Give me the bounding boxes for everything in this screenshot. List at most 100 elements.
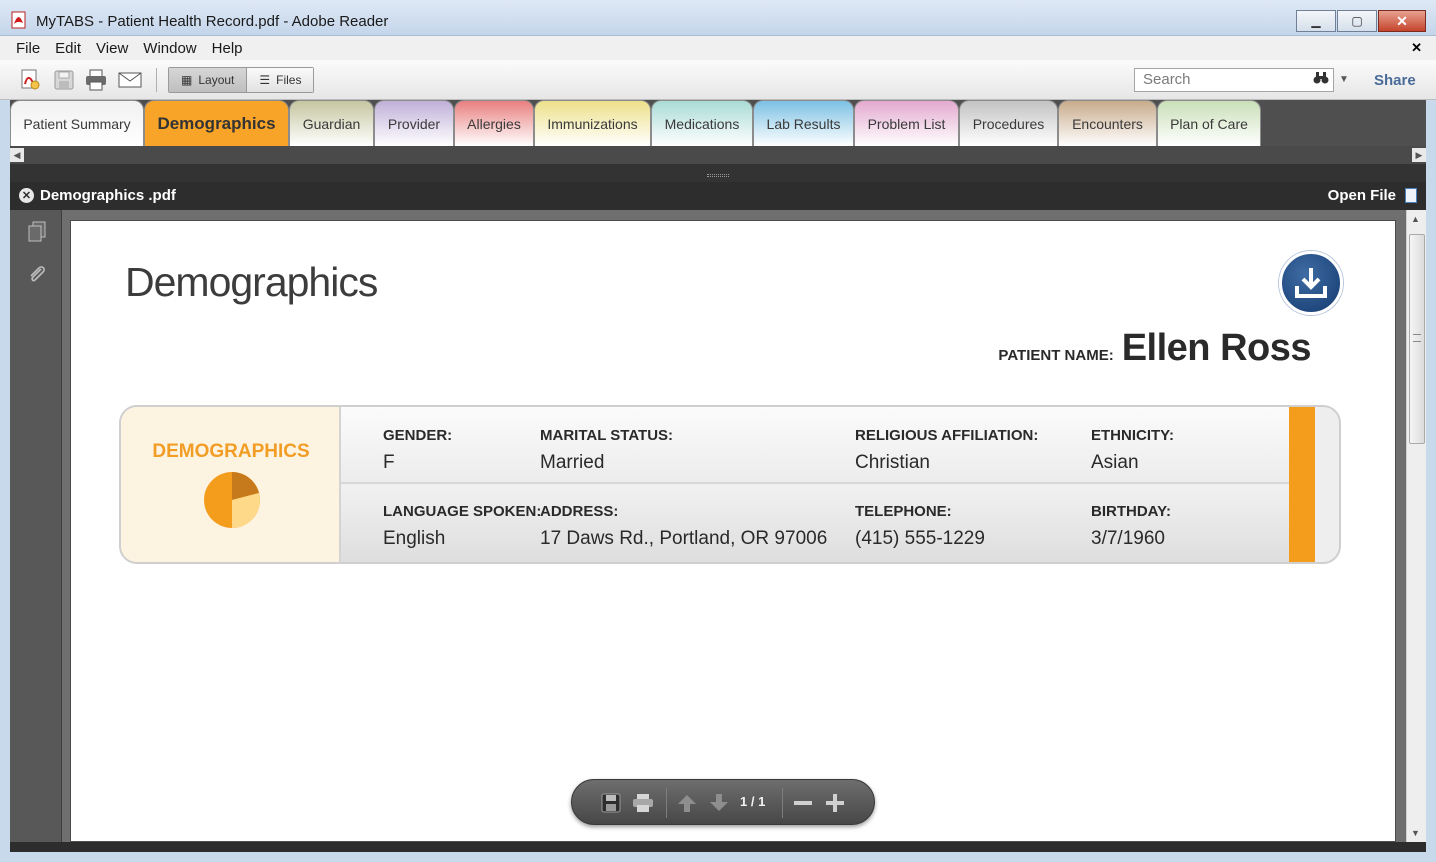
vertical-scrollbar[interactable]: ▲ ▼: [1406, 210, 1426, 842]
gender-label: GENDER:: [383, 427, 453, 444]
share-button[interactable]: Share: [1374, 72, 1416, 89]
ethnicity-field: ETHNICITY: Asian: [1091, 427, 1174, 474]
pdf-page: Demographics PATIENT NAME: Ellen Ross DE…: [70, 220, 1396, 842]
page-indicator: 1 / 1: [740, 794, 766, 809]
language-field: LANGUAGE SPOKEN: English: [383, 503, 541, 550]
tab-guardian[interactable]: Guardian: [289, 100, 374, 146]
next-page-icon[interactable]: [706, 790, 732, 816]
pane-splitter[interactable]: [10, 164, 1426, 182]
tab-encounters[interactable]: Encounters: [1058, 100, 1157, 146]
religious-affiliation-label: RELIGIOUS AFFILIATION:: [855, 427, 1039, 444]
card-accent-bar: [1289, 407, 1315, 562]
tab-patient-summary[interactable]: Patient Summary: [10, 100, 144, 146]
print-icon[interactable]: [630, 790, 656, 816]
language-label: LANGUAGE SPOKEN:: [383, 503, 542, 520]
ethnicity-value: Asian: [1091, 452, 1139, 473]
pager-divider: [666, 788, 667, 818]
close-document-icon[interactable]: ✕: [1411, 40, 1422, 56]
adobe-reader-icon: [11, 11, 26, 29]
close-file-icon[interactable]: ✕: [19, 188, 34, 203]
tab-medications[interactable]: Medications: [651, 100, 753, 146]
menu-file[interactable]: File: [16, 40, 40, 57]
document-bottom-edge: [10, 842, 1426, 852]
open-file-button[interactable]: Open File: [1328, 187, 1396, 204]
tab-strip: Patient Summary Demographics Guardian Pr…: [10, 100, 1426, 146]
tab-lab-results[interactable]: Lab Results: [753, 100, 854, 146]
card-category-panel: DEMOGRAPHICS: [121, 407, 341, 562]
previous-page-icon[interactable]: [674, 790, 700, 816]
create-pdf-icon[interactable]: [18, 68, 42, 92]
download-button[interactable]: [1279, 251, 1343, 315]
patient-name-label: PATIENT NAME:: [998, 347, 1114, 364]
email-icon[interactable]: [118, 68, 142, 92]
tab-problem-list[interactable]: Problem List: [854, 100, 959, 146]
scroll-up-icon[interactable]: ▲: [1411, 214, 1420, 224]
menu-view[interactable]: View: [96, 40, 128, 57]
toolbar-divider: [156, 68, 157, 92]
window-bottom-frame: [0, 842, 1436, 862]
birthday-label: BIRTHDAY:: [1091, 503, 1172, 520]
save-icon[interactable]: [598, 790, 624, 816]
close-window-button[interactable]: ✕: [1378, 10, 1426, 32]
document-header: ✕ Demographics .pdf Open File: [10, 182, 1426, 210]
tab-immunizations[interactable]: Immunizations: [534, 100, 651, 146]
files-label: Files: [276, 73, 302, 87]
list-icon: ☰: [259, 73, 271, 87]
files-button[interactable]: ☰ Files: [246, 68, 314, 92]
marital-status-value: Married: [540, 452, 605, 473]
birthday-value: 3/7/1960: [1091, 528, 1165, 549]
gender-field: GENDER: F: [383, 427, 452, 474]
address-label: ADDRESS:: [540, 503, 619, 520]
navigation-panel: [10, 210, 62, 842]
tab-plan-of-care[interactable]: Plan of Care: [1157, 100, 1261, 146]
zoom-out-icon[interactable]: [790, 790, 816, 816]
layout-label: Layout: [198, 73, 235, 87]
document-viewport: Demographics PATIENT NAME: Ellen Ross DE…: [62, 210, 1406, 842]
zoom-in-icon[interactable]: [822, 790, 848, 816]
tab-allergies[interactable]: Allergies: [454, 100, 534, 146]
telephone-value: (415) 555-1229: [855, 528, 985, 549]
tab-scrollbar[interactable]: ◀ ▶: [10, 146, 1426, 164]
scroll-right-icon[interactable]: ▶: [1412, 148, 1426, 162]
maximize-button[interactable]: ▢: [1337, 10, 1377, 32]
pie-chart-icon: [204, 472, 260, 528]
gender-value: F: [383, 452, 395, 473]
tab-provider[interactable]: Provider: [374, 100, 454, 146]
title-bar: MyTABS - Patient Health Record.pdf - Ado…: [0, 0, 1436, 36]
address-field: ADDRESS: 17 Daws Rd., Portland, OR 97006: [540, 503, 827, 550]
attachments-icon[interactable]: [26, 262, 48, 286]
toolbar: ▦ Layout ☰ Files Search ▼ Share: [0, 60, 1436, 100]
religious-affiliation-value: Christian: [855, 452, 930, 473]
window-controls: ▁ ▢ ✕: [1296, 10, 1426, 32]
tab-procedures[interactable]: Procedures: [959, 100, 1058, 146]
window-title: MyTABS - Patient Health Record.pdf - Ado…: [36, 13, 389, 30]
search-input[interactable]: Search: [1134, 68, 1334, 92]
menu-edit[interactable]: Edit: [55, 40, 81, 57]
language-value: English: [383, 528, 446, 549]
minimize-button[interactable]: ▁: [1296, 10, 1336, 32]
telephone-field: TELEPHONE: (415) 555-1229: [855, 503, 985, 550]
menu-window[interactable]: Window: [143, 40, 196, 57]
binoculars-icon[interactable]: [1313, 71, 1329, 88]
pages-icon[interactable]: [26, 220, 48, 244]
save-icon[interactable]: [52, 68, 76, 92]
tab-demographics[interactable]: Demographics: [144, 100, 289, 146]
search-options-chevron-icon[interactable]: ▼: [1339, 74, 1349, 85]
birthday-field: BIRTHDAY: 3/7/1960: [1091, 503, 1171, 550]
marital-status-field: MARITAL STATUS: Married: [540, 427, 673, 474]
open-file-icon[interactable]: [1405, 188, 1417, 203]
print-icon[interactable]: [84, 68, 108, 92]
scroll-left-icon[interactable]: ◀: [10, 148, 24, 162]
document-filename: Demographics .pdf: [40, 187, 176, 204]
demographics-card: DEMOGRAPHICS GENDER: F MARITAL STATUS: M: [119, 405, 1341, 564]
menu-help[interactable]: Help: [212, 40, 243, 57]
religious-affiliation-field: RELIGIOUS AFFILIATION: Christian: [855, 427, 1038, 474]
scroll-down-icon[interactable]: ▼: [1411, 828, 1420, 838]
card-category-label: DEMOGRAPHICS: [152, 441, 310, 462]
scrollbar-grip-icon: [1413, 334, 1421, 342]
address-value: 17 Daws Rd., Portland, OR 97006: [540, 528, 828, 549]
floating-page-controls: 1 / 1: [571, 779, 875, 825]
splitter-grip-icon[interactable]: [707, 174, 729, 177]
layout-button[interactable]: ▦ Layout: [169, 68, 247, 92]
grid-icon: ▦: [181, 73, 193, 87]
